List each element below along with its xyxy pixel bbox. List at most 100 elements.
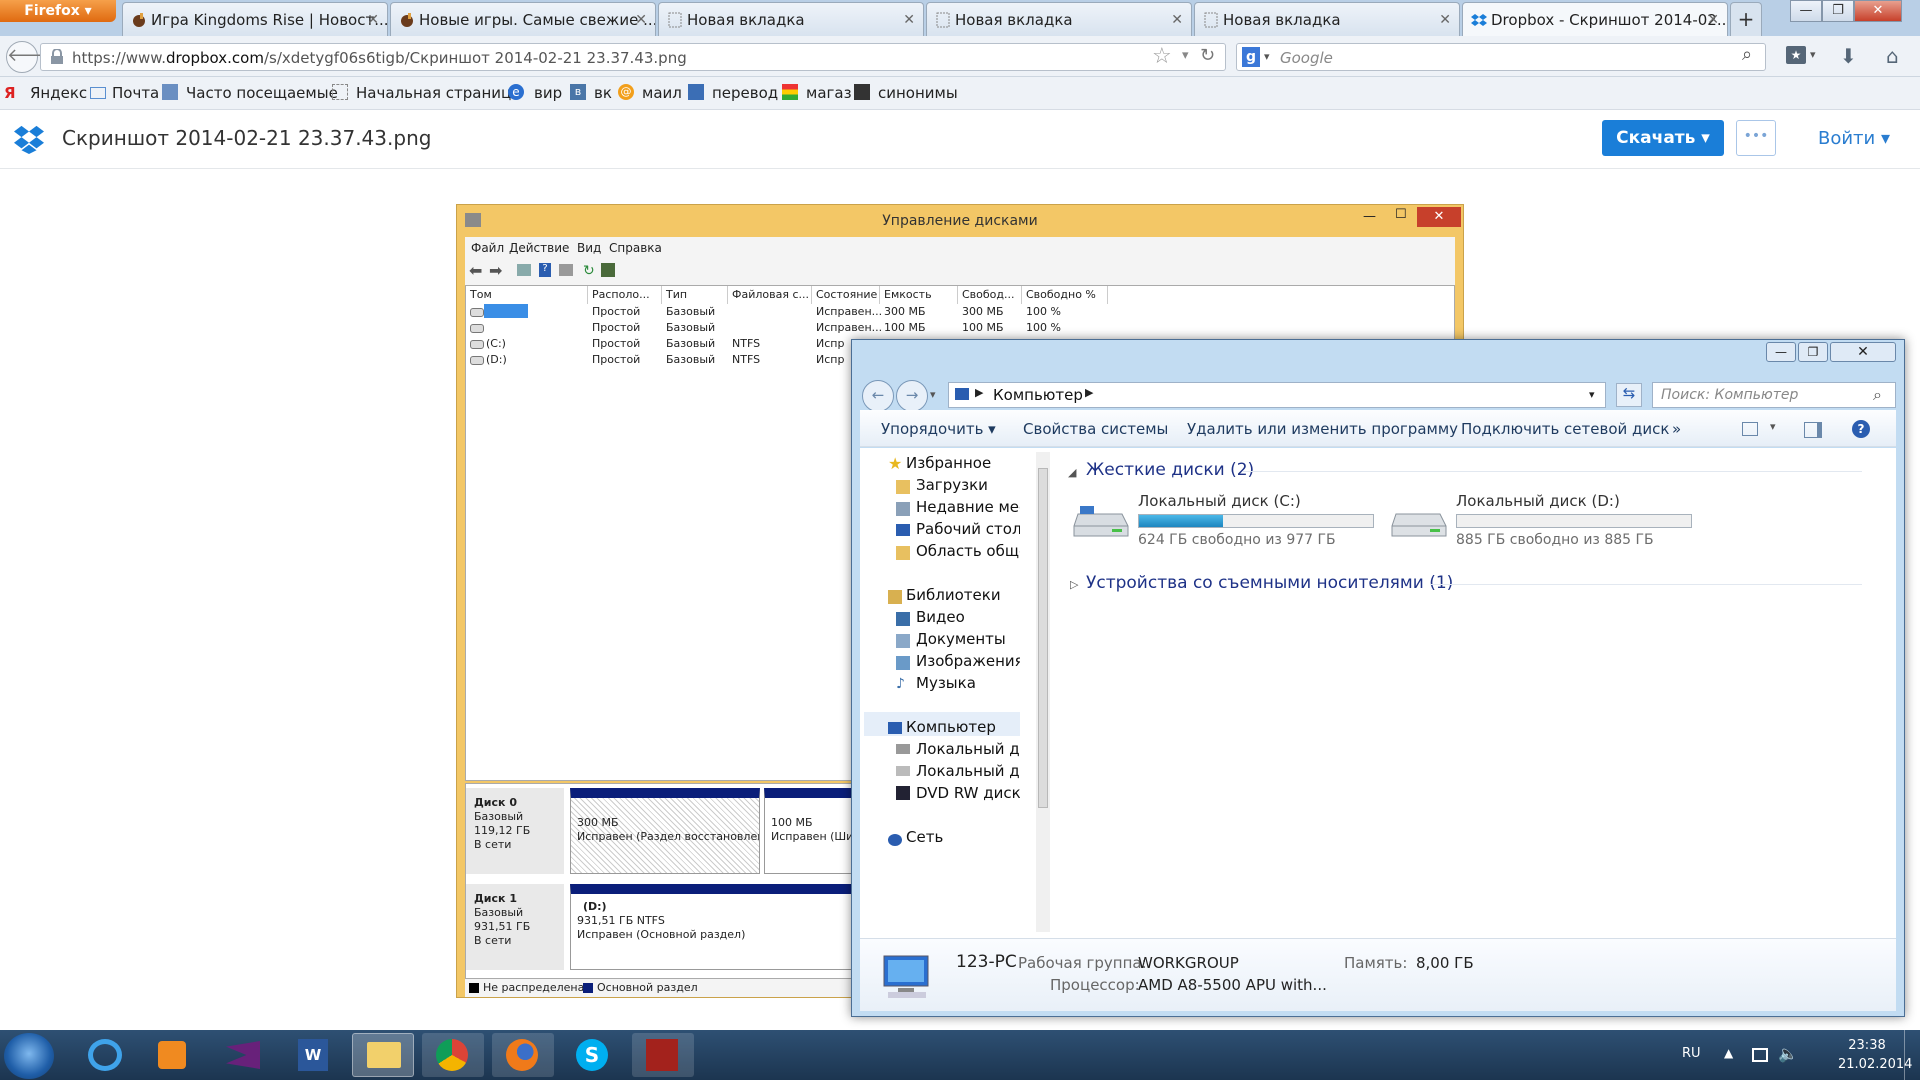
back-button[interactable]: 🡐 xyxy=(6,41,55,73)
column-header-layout[interactable]: Располо... xyxy=(588,286,662,304)
tab-kingdoms-rise[interactable]: Игра Kingdoms Rise | Новост... ✕ xyxy=(122,2,388,36)
tab-close-icon[interactable]: ✕ xyxy=(635,3,647,36)
tray-expand-icon[interactable]: ▲ xyxy=(1724,1046,1733,1060)
drive-c-tile[interactable]: Локальный диск (C:) 624 ГБ свободно из 9… xyxy=(1072,490,1374,550)
column-header-free[interactable]: Свобод... xyxy=(958,286,1022,304)
dropbox-logo-icon[interactable] xyxy=(14,124,44,154)
nav-local-disk-c[interactable]: Локальный диск xyxy=(916,740,1020,758)
disk1-partition-d[interactable]: (D:) 931,51 ГБ NTFS Исправен (Основной р… xyxy=(570,884,870,970)
nav-local-disk-d[interactable]: Локальный диск xyxy=(916,762,1020,780)
disk1-label[interactable]: Диск 1 Базовый 931,51 ГБ В сети xyxy=(466,884,564,970)
search-go-icon[interactable]: ⌕ xyxy=(1742,44,1752,65)
nav-recent-places[interactable]: Недавние места xyxy=(916,498,1020,516)
hard-drives-header[interactable]: Жесткие диски (2) xyxy=(1086,460,1254,480)
bookmark-synonyms[interactable]: синонимы xyxy=(878,84,958,102)
address-dropdown-icon[interactable]: ▾ xyxy=(1589,388,1595,401)
network-tray-icon[interactable] xyxy=(1752,1048,1768,1062)
minimize-button[interactable]: — xyxy=(1766,342,1796,362)
tab-close-icon[interactable]: ✕ xyxy=(1171,3,1183,36)
tab-close-icon[interactable]: ✕ xyxy=(1439,3,1451,36)
new-tab-button[interactable]: + xyxy=(1730,2,1762,36)
tab-new-tab-1[interactable]: Новая вкладка ✕ xyxy=(658,2,924,36)
menu-file[interactable]: Файл xyxy=(471,241,504,255)
table-row[interactable]: Простой Базовый Исправен... 300 МБ 300 М… xyxy=(466,304,1106,320)
column-header-fs[interactable]: Файловая с... xyxy=(728,286,812,304)
properties-icon[interactable] xyxy=(517,264,531,276)
menu-help[interactable]: Справка xyxy=(609,241,662,255)
scroll-thumb[interactable] xyxy=(1038,468,1048,808)
column-header-free-pct[interactable]: Свободно % xyxy=(1022,286,1108,304)
site-identity-icon[interactable] xyxy=(50,49,64,65)
nav-shared-area[interactable]: Область общего xyxy=(916,542,1020,560)
bookmark-start-page[interactable]: Начальная страница xyxy=(356,84,520,102)
bookmark-vk[interactable]: вк xyxy=(594,84,612,102)
breadcrumb-chevron-icon[interactable]: ▶ xyxy=(1085,386,1093,399)
google-engine-icon[interactable]: g xyxy=(1242,47,1260,67)
expand-icon[interactable]: ▷ xyxy=(1070,578,1078,591)
preview-pane-icon[interactable] xyxy=(1804,422,1822,438)
bookmarks-dropdown-icon[interactable]: ▾ xyxy=(1810,48,1816,61)
table-row[interactable]: Простой Базовый Исправен... 100 МБ 100 М… xyxy=(466,320,1106,336)
view-dropdown-icon[interactable]: ▾ xyxy=(1770,420,1776,433)
more-commands-button[interactable]: » xyxy=(1672,420,1681,438)
change-view-icon[interactable] xyxy=(1742,422,1758,436)
rescan-icon[interactable] xyxy=(601,263,615,277)
taskbar-word[interactable]: W xyxy=(282,1033,344,1077)
reload-icon[interactable]: ↻ xyxy=(1200,45,1215,66)
close-button[interactable]: ✕ xyxy=(1417,207,1461,227)
disk0-partition-efi[interactable]: 100 МБ Исправен (Шиф xyxy=(764,788,864,874)
tab-close-icon[interactable]: ✕ xyxy=(1707,3,1719,36)
nav-desktop[interactable]: Рабочий стол xyxy=(916,520,1020,538)
volume-icon[interactable]: 🔈 xyxy=(1778,1044,1798,1063)
tab-close-icon[interactable]: ✕ xyxy=(903,3,915,36)
map-network-drive-button[interactable]: Подключить сетевой диск xyxy=(1461,420,1669,438)
taskbar-firefox[interactable] xyxy=(492,1033,554,1077)
nav-music[interactable]: Музыка xyxy=(916,674,976,692)
removable-devices-header[interactable]: Устройства со съемными носителями (1) xyxy=(1086,573,1453,593)
help-icon[interactable]: ? xyxy=(1852,420,1870,438)
clock[interactable]: 23:38 21.02.2014 xyxy=(1838,1038,1912,1072)
nav-network[interactable]: Сеть xyxy=(906,828,943,846)
system-properties-button[interactable]: Свойства системы xyxy=(1023,420,1168,438)
back-arrow-icon[interactable]: ⬅ xyxy=(469,261,482,280)
bookmark-mail-ru[interactable]: маил xyxy=(642,84,682,102)
minimize-button[interactable]: — xyxy=(1363,209,1376,224)
bookmark-shop[interactable]: магаз xyxy=(806,84,852,102)
column-header-capacity[interactable]: Емкость xyxy=(880,286,958,304)
taskbar-visual-studio[interactable] xyxy=(212,1033,274,1077)
more-options-button[interactable]: ••• xyxy=(1736,120,1776,156)
refresh-icon[interactable]: ⇆ xyxy=(1616,383,1642,407)
nav-videos[interactable]: Видео xyxy=(916,608,965,626)
bookmark-star-icon[interactable]: ☆ xyxy=(1152,44,1172,69)
nav-libraries[interactable]: Библиотеки xyxy=(906,586,1001,604)
taskbar-explorer[interactable] xyxy=(352,1033,414,1077)
view-icon[interactable] xyxy=(559,264,573,276)
bookmark-translate[interactable]: перевод xyxy=(712,84,778,102)
menu-view[interactable]: Вид xyxy=(577,241,601,255)
close-button[interactable]: ✕ xyxy=(1830,342,1896,362)
nav-downloads[interactable]: Загрузки xyxy=(916,476,988,494)
nav-documents[interactable]: Документы xyxy=(916,630,1006,648)
language-indicator[interactable]: RU xyxy=(1682,1046,1701,1061)
taskbar-ie[interactable] xyxy=(74,1033,136,1077)
tab-new-tab-2[interactable]: Новая вкладка ✕ xyxy=(926,2,1192,36)
collapse-icon[interactable]: ◢ xyxy=(1068,466,1076,479)
disk0-label[interactable]: Диск 0 Базовый 119,12 ГБ В сети xyxy=(466,788,564,874)
forward-button[interactable]: → xyxy=(896,380,928,412)
bookmarks-menu-icon[interactable]: ★ xyxy=(1786,46,1806,64)
taskbar-chrome[interactable] xyxy=(422,1033,484,1077)
tab-dropbox[interactable]: Dropbox - Скриншот 2014-02... ✕ xyxy=(1462,2,1728,36)
column-header-volume[interactable]: Том xyxy=(466,286,588,304)
minimize-button[interactable]: — xyxy=(1790,0,1822,22)
help-icon[interactable]: ? xyxy=(539,263,551,277)
breadcrumb-computer[interactable]: Компьютер xyxy=(993,386,1083,404)
download-button[interactable]: Скачать ▾ xyxy=(1602,120,1724,156)
back-button[interactable]: ← xyxy=(862,380,894,412)
menu-action[interactable]: Действие xyxy=(509,241,569,255)
firefox-menu-button[interactable]: Firefox ▾ xyxy=(0,0,116,22)
nav-scrollbar[interactable] xyxy=(1036,452,1050,932)
tab-close-icon[interactable]: ✕ xyxy=(367,3,379,36)
search-input[interactable]: Поиск: Компьютер ⌕ xyxy=(1652,382,1896,408)
taskbar-skype[interactable]: S xyxy=(562,1033,624,1077)
restore-button[interactable]: ❐ xyxy=(1798,342,1828,362)
